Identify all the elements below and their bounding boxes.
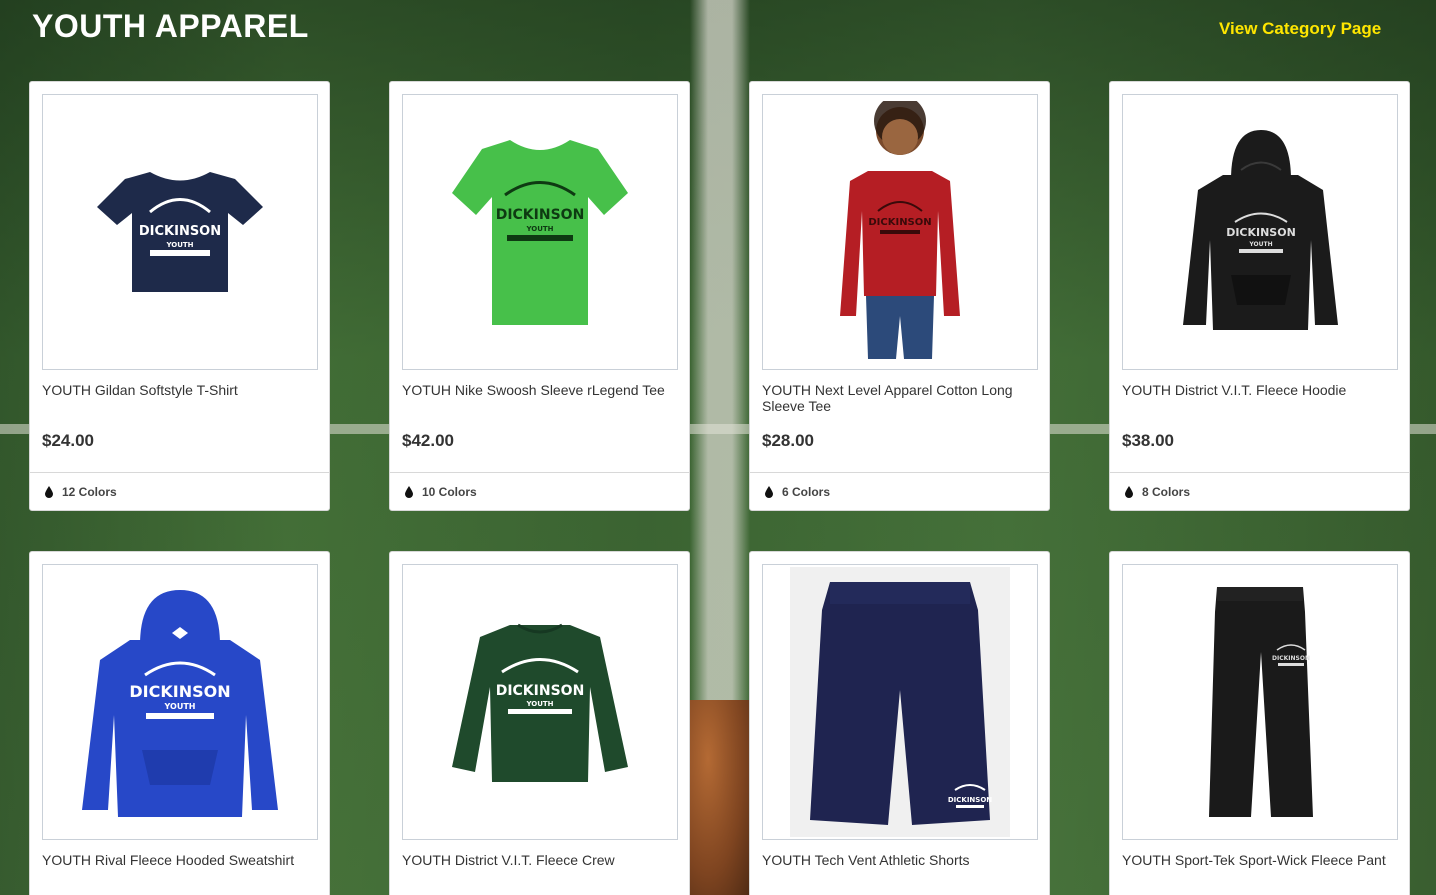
product-name[interactable]: YOUTH Next Level Apparel Cotton Long Sle… xyxy=(762,382,1032,414)
product-price: $38.00 xyxy=(1122,431,1174,450)
svg-text:YOUTH: YOUTH xyxy=(164,702,196,711)
svg-text:DICKINSON: DICKINSON xyxy=(1272,655,1310,662)
shorts-image: DICKINSON xyxy=(800,569,1000,835)
product-name[interactable]: YOUTH District V.I.T. Fleece Hoodie xyxy=(1122,382,1392,398)
product-image[interactable]: DICKINSON YOUTH xyxy=(42,564,318,840)
product-image[interactable]: DICKINSON xyxy=(1122,564,1398,840)
product-image[interactable]: DICKINSON YOUTH xyxy=(402,94,678,370)
product-card[interactable]: DICKINSON YOUTH YOUTH Gildan Softstyle T… xyxy=(29,81,330,511)
svg-text:YOUTH: YOUTH xyxy=(525,225,553,233)
hoodie-image: DICKINSON YOUTH xyxy=(82,589,278,817)
product-name[interactable]: YOUTH Rival Fleece Hooded Sweatshirt xyxy=(42,852,312,868)
color-drop-icon xyxy=(45,485,53,498)
color-drop-icon xyxy=(1125,485,1133,498)
svg-text:DICKINSON: DICKINSON xyxy=(139,224,221,239)
svg-text:DICKINSON: DICKINSON xyxy=(496,207,585,223)
product-image[interactable]: DICKINSON YOUTH xyxy=(402,564,678,840)
product-colors: 10 Colors xyxy=(390,472,689,510)
tshirt-image: DICKINSON YOUTH xyxy=(97,172,263,292)
svg-text:YOUTH: YOUTH xyxy=(165,241,193,249)
svg-text:DICKINSON: DICKINSON xyxy=(1226,226,1296,239)
product-colors: 6 Colors xyxy=(750,472,1049,510)
product-card[interactable]: DICKINSON YOUTH Tech Vent Athletic Short… xyxy=(749,551,1050,895)
product-card[interactable]: DICKINSON YOUTH YOUTH District V.I.T. Fl… xyxy=(389,551,690,895)
product-card[interactable]: DICKINSON YOUTH YOTUH Nike Swoosh Sleeve… xyxy=(389,81,690,511)
svg-text:DICKINSON: DICKINSON xyxy=(868,217,931,228)
football-background-image xyxy=(690,700,750,895)
view-category-link[interactable]: View Category Page xyxy=(1219,19,1381,39)
svg-text:YOUTH: YOUTH xyxy=(1248,241,1272,248)
product-image[interactable]: DICKINSON xyxy=(762,564,1038,840)
product-image[interactable]: DICKINSON YOUTH xyxy=(1122,94,1398,370)
colors-count: 6 Colors xyxy=(782,484,831,499)
pants-image: DICKINSON xyxy=(1209,587,1313,817)
product-image[interactable]: DICKINSON YOUTH xyxy=(42,94,318,370)
colors-count: 10 Colors xyxy=(422,484,477,499)
section-title: YOUTH APPAREL xyxy=(32,8,309,44)
product-card[interactable]: DICKINSON YOUTH YOUTH District V.I.T. Fl… xyxy=(1109,81,1410,511)
product-image[interactable]: DICKINSON xyxy=(762,94,1038,370)
svg-text:YOUTH: YOUTH xyxy=(525,700,553,708)
product-name[interactable]: YOTUH Nike Swoosh Sleeve rLegend Tee xyxy=(402,382,672,398)
longsleeve-model-image: DICKINSON xyxy=(840,101,960,359)
tshirt-image: DICKINSON YOUTH xyxy=(452,139,628,325)
hoodie-image: DICKINSON YOUTH xyxy=(1182,129,1338,330)
product-price: $42.00 xyxy=(402,431,454,450)
colors-count: 12 Colors xyxy=(62,484,117,499)
svg-text:DICKINSON: DICKINSON xyxy=(129,682,230,701)
product-name[interactable]: YOUTH Gildan Softstyle T-Shirt xyxy=(42,382,312,398)
svg-text:DICKINSON: DICKINSON xyxy=(496,683,585,699)
product-colors: 8 Colors xyxy=(1110,472,1409,510)
product-card[interactable]: DICKINSON YOUTH YOUTH Rival Fleece Hoode… xyxy=(29,551,330,895)
crew-sweatshirt-image: DICKINSON YOUTH xyxy=(452,623,628,782)
colors-count: 8 Colors xyxy=(1142,484,1191,499)
product-price: $28.00 xyxy=(762,431,814,450)
svg-text:DICKINSON: DICKINSON xyxy=(948,796,992,804)
product-price: $24.00 xyxy=(42,431,94,450)
product-card[interactable]: DICKINSON YOUTH Next Level Apparel Cotto… xyxy=(749,81,1050,511)
product-name[interactable]: YOUTH District V.I.T. Fleece Crew xyxy=(402,852,672,868)
product-colors: 12 Colors xyxy=(30,472,329,510)
color-drop-icon xyxy=(765,485,773,498)
product-name[interactable]: YOUTH Sport-Tek Sport-Wick Fleece Pant xyxy=(1122,852,1392,868)
color-drop-icon xyxy=(405,485,413,498)
product-card[interactable]: DICKINSON YOUTH Sport-Tek Sport-Wick Fle… xyxy=(1109,551,1410,895)
product-name[interactable]: YOUTH Tech Vent Athletic Shorts xyxy=(762,852,1032,868)
